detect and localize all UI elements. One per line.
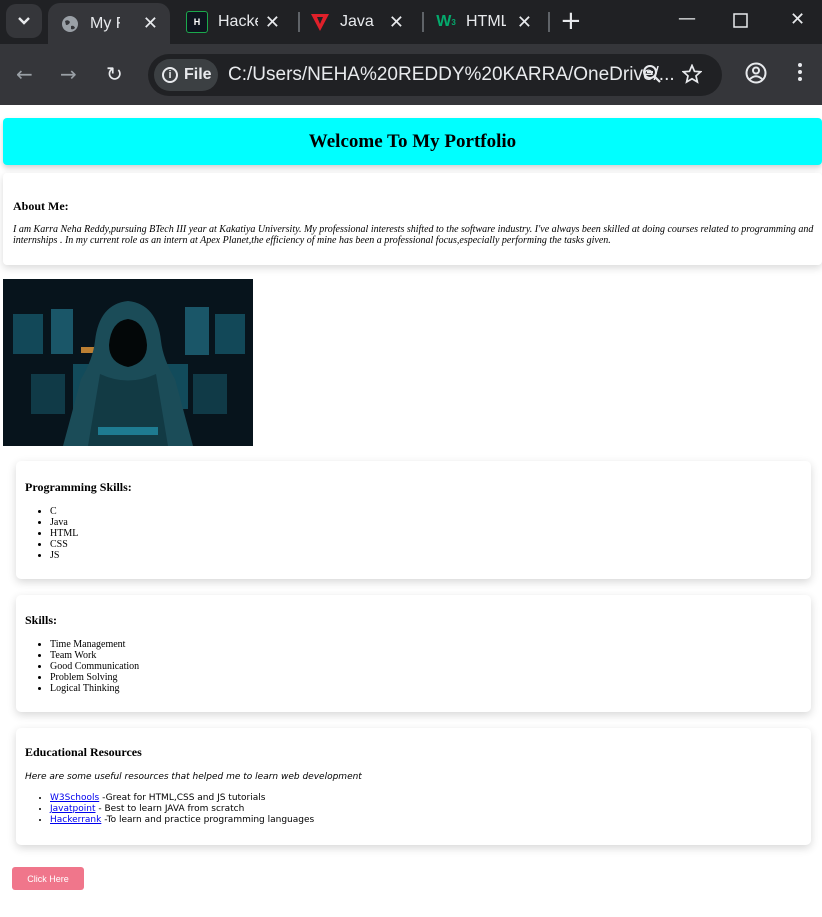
list-item: CSS: [50, 539, 78, 550]
portfolio-header: Welcome To My Portfolio: [3, 118, 822, 165]
hacker-image: [3, 279, 253, 446]
tab-hackerrank[interactable]: H HackerRank ✕: [180, 0, 292, 44]
link-description: -To learn and practice programming langu…: [101, 815, 315, 825]
skills-list: Time Management Team Work Good Communica…: [25, 639, 139, 694]
list-item: JS: [50, 550, 78, 561]
list-item: Team Work: [50, 650, 139, 661]
close-tab-icon[interactable]: ✕: [143, 13, 158, 34]
site-info-chip[interactable]: i File: [154, 59, 218, 91]
minimize-icon[interactable]: —: [678, 8, 696, 29]
list-item: Java: [50, 517, 78, 528]
bookmark-star-icon[interactable]: [681, 63, 703, 89]
close-window-icon[interactable]: ✕: [790, 9, 805, 30]
tab-title: Java Tutorial: [340, 13, 376, 30]
chip-label: File: [184, 66, 212, 83]
tab-my-first[interactable]: My First ✕: [48, 3, 170, 44]
close-tab-icon[interactable]: ✕: [265, 12, 280, 33]
javatpoint-icon: [310, 12, 330, 32]
tab-separator: [548, 12, 550, 32]
list-item: Time Management: [50, 639, 139, 650]
browser-toolbar: ← → ↻ i File C:/Users/NEHA%20REDDY%20KAR…: [0, 44, 822, 105]
programming-skills-list: C Java HTML CSS JS: [25, 506, 78, 561]
close-tab-icon[interactable]: ✕: [517, 12, 532, 33]
list-item: C: [50, 506, 78, 517]
hackerrank-icon: H: [186, 11, 208, 33]
skills-heading: Skills:: [25, 613, 58, 627]
tab-title: HTML Tutorial: [466, 13, 506, 30]
programming-skills-heading: Programming Skills:: [25, 480, 132, 494]
link-description: - Best to learn JAVA from scratch: [95, 804, 245, 814]
globe-icon: [60, 14, 80, 34]
url-text[interactable]: C:/Users/NEHA%20REDDY%20KARRA/OneDrive/.…: [228, 64, 675, 86]
list-item: W3Schools -Great for HTML,CSS and JS tut…: [50, 793, 314, 804]
about-heading: About Me:: [13, 199, 69, 213]
profile-icon[interactable]: [745, 62, 767, 89]
tab-separator: [298, 12, 300, 32]
list-item: Good Communication: [50, 661, 139, 672]
list-item: Logical Thinking: [50, 683, 139, 694]
w3schools-link[interactable]: W3Schools: [50, 793, 99, 803]
page-title: Welcome To My Portfolio: [308, 130, 517, 152]
link-description: -Great for HTML,CSS and JS tutorials: [99, 793, 266, 803]
resources-list: W3Schools -Great for HTML,CSS and JS tut…: [25, 793, 314, 826]
list-item: Problem Solving: [50, 672, 139, 683]
back-icon[interactable]: ←: [16, 62, 33, 86]
zoom-out-icon[interactable]: [642, 64, 662, 89]
tab-title: HackerRank: [218, 13, 258, 30]
resources-heading: Educational Resources: [25, 745, 142, 759]
hackerrank-link[interactable]: Hackerrank: [50, 815, 101, 825]
about-text: I am Karra Neha Reddy,pursuing BTech III…: [13, 224, 814, 246]
address-bar[interactable]: i File C:/Users/NEHA%20REDDY%20KARRA/One…: [148, 54, 722, 96]
chevron-down-icon: [18, 17, 30, 25]
tab-title: My First: [90, 14, 120, 32]
page-content: Welcome To My Portfolio About Me: I am K…: [0, 105, 822, 917]
reload-icon[interactable]: ↻: [106, 62, 123, 86]
list-item: Hackerrank -To learn and practice progra…: [50, 815, 314, 826]
resources-subtitle: Here are some useful resources that help…: [25, 772, 362, 782]
maximize-icon[interactable]: [733, 12, 748, 33]
more-menu-icon[interactable]: [797, 62, 803, 87]
forward-icon[interactable]: →: [60, 62, 77, 86]
educational-resources-card: Educational Resources Here are some usef…: [16, 728, 811, 845]
about-section: About Me: I am Karra Neha Reddy,pursuing…: [3, 173, 822, 265]
new-tab-button[interactable]: +: [560, 8, 582, 34]
programming-skills-card: Programming Skills: C Java HTML CSS JS: [16, 461, 811, 579]
tab-search-button[interactable]: [6, 4, 42, 38]
w3schools-icon: W3: [436, 13, 456, 30]
list-item: Javatpoint - Best to learn JAVA from scr…: [50, 804, 314, 815]
skills-card: Skills: Time Management Team Work Good C…: [16, 595, 811, 712]
tab-java-tutorial[interactable]: Java Tutorial ✕: [304, 0, 416, 44]
tab-separator: [422, 12, 424, 32]
browser-tab-bar: My First ✕ H HackerRank ✕ Java Tutorial …: [0, 0, 822, 44]
tab-html-tutorial[interactable]: W3 HTML Tutorial ✕: [428, 0, 544, 44]
close-tab-icon[interactable]: ✕: [389, 12, 404, 33]
click-here-button[interactable]: Click Here: [12, 867, 84, 890]
javatpoint-link[interactable]: Javatpoint: [50, 804, 96, 814]
list-item: HTML: [50, 528, 78, 539]
info-icon: i: [162, 67, 178, 83]
